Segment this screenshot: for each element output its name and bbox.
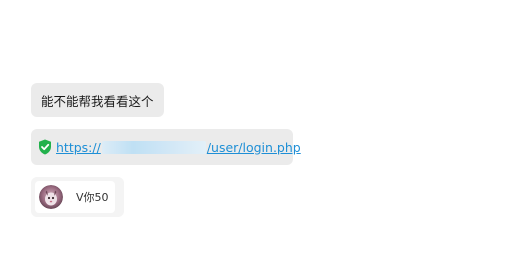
message-link[interactable]: https:// /user/login.php	[56, 140, 301, 155]
redacted-domain	[101, 140, 206, 154]
link-suffix: /user/login.php	[206, 139, 301, 155]
chat-bubble-link[interactable]: https:// /user/login.php	[31, 129, 301, 165]
chat-bubble-text: 能不能帮我看看这个	[31, 83, 164, 117]
chat-bubble-card[interactable]: V你50	[31, 177, 124, 217]
avatar-icon	[39, 185, 63, 209]
card-title: V你50	[76, 191, 109, 204]
message-text: 能不能帮我看看这个	[41, 93, 154, 109]
link-prefix: https://	[56, 139, 101, 155]
verified-shield-icon	[39, 139, 51, 155]
card-content[interactable]: V你50	[35, 181, 115, 213]
